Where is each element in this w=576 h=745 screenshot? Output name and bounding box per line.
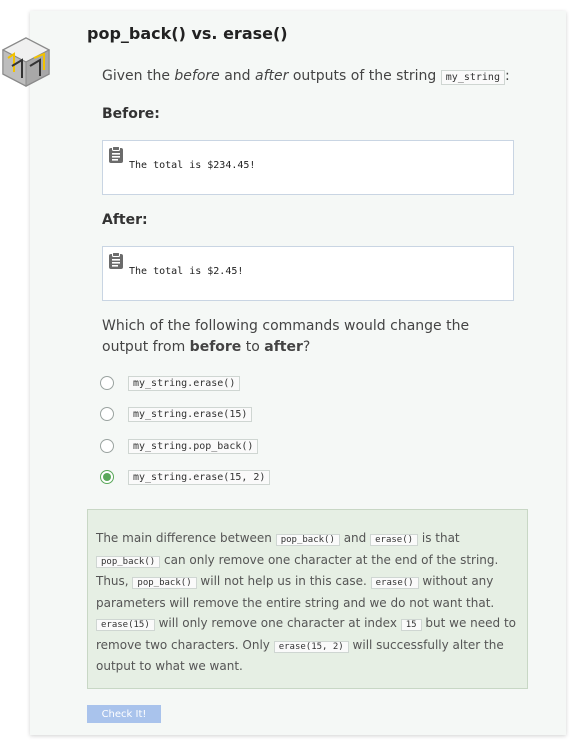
option-erase-empty[interactable]: my_string.erase() [100,374,241,392]
page-title: pop_back() vs. erase() [87,24,288,43]
option-erase-15-2[interactable]: my_string.erase(15, 2) [100,468,271,486]
challenge-cube-icon [0,36,52,88]
after-label: After: [102,212,148,228]
radio-button[interactable] [100,407,114,421]
question-text: Which of the following commands would ch… [102,318,470,355]
prompt-text: Given the before and after outputs of th… [102,68,510,85]
radio-button-checked[interactable] [100,470,114,484]
after-output-box: The total is $2.45! [102,246,514,301]
string-name-code: my_string [440,70,505,85]
check-it-button[interactable]: Check It! [87,705,161,723]
clipboard-icon [108,252,124,274]
radio-button[interactable] [100,439,114,453]
before-label: Before: [102,106,160,122]
option-label: my_string.pop_back() [128,438,259,454]
option-label: my_string.erase(15, 2) [128,469,271,485]
feedback-panel: The main difference between pop_back() a… [87,509,528,689]
option-pop-back[interactable]: my_string.pop_back() [100,437,259,455]
before-output-box: The total is $234.45! [102,140,514,195]
before-output-text: The total is $234.45! [129,160,256,171]
after-output-text: The total is $2.45! [129,266,244,277]
option-label: my_string.erase() [128,375,241,391]
option-erase-15[interactable]: my_string.erase(15) [100,405,253,423]
option-label: my_string.erase(15) [128,406,253,422]
clipboard-icon [108,146,124,168]
radio-button[interactable] [100,376,114,390]
